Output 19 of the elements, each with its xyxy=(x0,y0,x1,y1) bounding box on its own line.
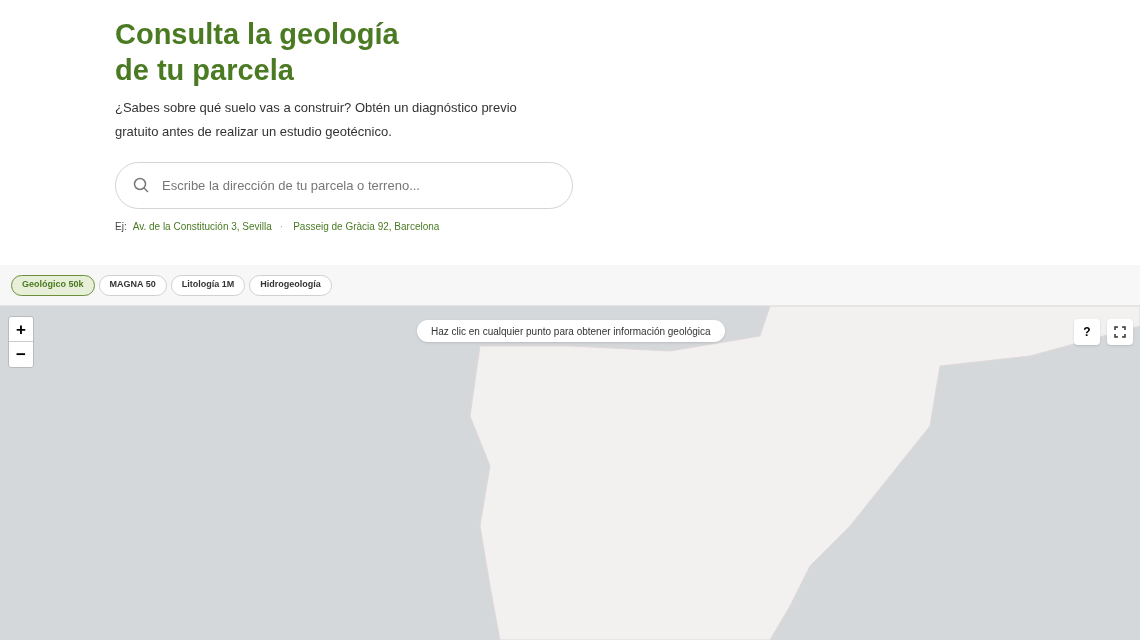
example-address-link[interactable]: Av. de la Constitución 3, Sevilla xyxy=(132,219,272,234)
map-background[interactable]: + − Haz clic en cualquier punto para obtener información geológica ? xyxy=(0,306,1140,640)
zoom-in-button[interactable]: + xyxy=(9,317,33,342)
search-icon xyxy=(133,177,149,193)
separator-dot: · xyxy=(279,220,284,234)
zoom-out-button[interactable]: − xyxy=(9,342,33,367)
layer-tab[interactable]: Litología 1M xyxy=(170,274,246,296)
layer-tab[interactable]: Hidrogeología xyxy=(249,274,332,296)
layer-tab[interactable]: MAGNA 50 xyxy=(98,274,167,296)
example-address-link[interactable]: Passeig de Gràcia 92, Barcelona xyxy=(293,219,440,234)
fullscreen-icon xyxy=(1114,326,1126,338)
help-button[interactable]: ? xyxy=(1074,319,1100,345)
map-hint: Haz clic en cualquier punto para obtener información geológica xyxy=(417,320,725,342)
examples-label: Ej: xyxy=(115,220,127,234)
page-title: Consulta la geología de tu parcela xyxy=(115,17,400,88)
fullscreen-button[interactable] xyxy=(1107,319,1133,345)
search-field[interactable]: Escribe la dirección de tu parcela o terreno... xyxy=(115,162,573,209)
page-subtitle: ¿Sabes sobre qué suelo vas a construir? Obtén un diagnóstico previo gratuito antes de realizar un estudio geotécnico. xyxy=(115,99,518,141)
layer-tab[interactable]: Geológico 50k xyxy=(11,274,95,296)
